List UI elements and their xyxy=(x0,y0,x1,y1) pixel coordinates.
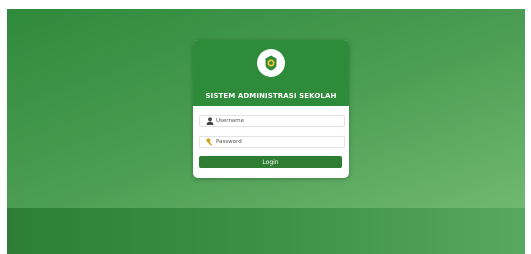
username-field[interactable] xyxy=(199,115,345,127)
login-card: SISTEM ADMINISTRASI SEKOLAH Login xyxy=(193,40,349,178)
user-icon xyxy=(205,117,214,126)
login-card-header: SISTEM ADMINISTRASI SEKOLAH xyxy=(193,40,349,106)
footer-band xyxy=(7,208,525,254)
login-screen: SISTEM ADMINISTRASI SEKOLAH Login xyxy=(7,9,525,254)
key-icon xyxy=(205,138,214,147)
school-emblem-icon xyxy=(257,49,285,77)
password-input[interactable] xyxy=(214,137,336,147)
app-title: SISTEM ADMINISTRASI SEKOLAH xyxy=(205,92,337,100)
login-button[interactable]: Login xyxy=(199,156,342,168)
password-field[interactable] xyxy=(199,136,345,148)
username-input[interactable] xyxy=(214,116,336,126)
